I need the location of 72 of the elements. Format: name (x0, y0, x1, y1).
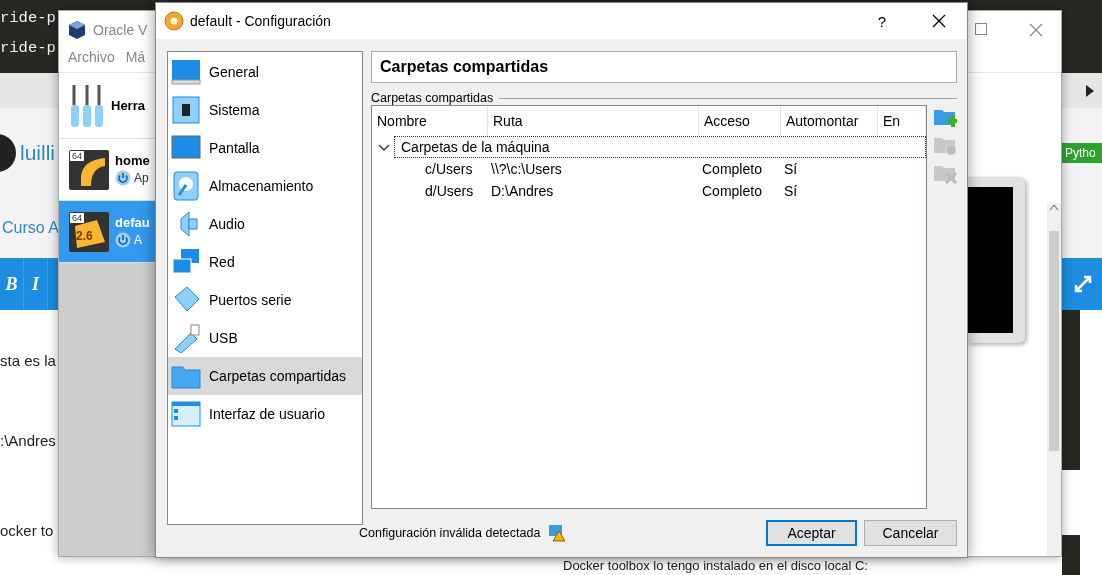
table-cell-text: Completo (701, 183, 763, 199)
table-cell-text: Sí (783, 183, 799, 199)
section-icon (171, 95, 201, 125)
menu-item[interactable]: Archivo (68, 49, 115, 72)
code-panel-edge (1062, 535, 1080, 575)
item-name: Herra (111, 98, 145, 113)
table-cell-text: D:\Andres (490, 183, 555, 199)
gear-icon (164, 11, 184, 31)
table-cell-text: \\?\c:\Users (490, 161, 563, 177)
scrollbar[interactable] (1047, 203, 1061, 556)
section-icon (171, 399, 201, 429)
table-cell-text: Completo (701, 161, 763, 177)
section-item[interactable]: Carpetas compartidas (168, 357, 362, 395)
section-item[interactable]: General (168, 53, 362, 91)
page-title: Carpetas compartidas (371, 51, 957, 83)
vm-item[interactable]: 64 2.6 defau A (59, 201, 156, 263)
maximize-icon[interactable] (975, 23, 987, 35)
tools-item[interactable]: Herra (59, 73, 156, 139)
tools-icon (69, 82, 105, 129)
format-button[interactable]: B (0, 258, 24, 310)
section-item[interactable]: Pantalla (168, 129, 362, 167)
post-text: Docker toolbox lo tengo instalado en el disco local C: (563, 558, 868, 573)
help-button[interactable]: ? (859, 3, 905, 39)
column-header[interactable]: Ruta (488, 106, 699, 136)
body-text: sta es la (0, 352, 56, 370)
menu-item[interactable]: Má (125, 49, 146, 72)
status-text: Configuración inválida detectada (359, 526, 541, 540)
group-row[interactable]: Carpetas de la máquina (394, 136, 926, 158)
code-line: ride-p (0, 38, 56, 58)
table-cell-text: d/Users (424, 183, 475, 199)
section-item[interactable]: Almacenamiento (168, 167, 362, 205)
section-icon (171, 57, 201, 87)
column-header[interactable]: En (878, 106, 926, 136)
section-item[interactable]: Sistema (168, 91, 362, 129)
window-title: Oracle V (93, 22, 148, 38)
column-header[interactable]: Nombre (372, 106, 488, 136)
power-icon (115, 170, 131, 186)
close-icon[interactable] (1029, 23, 1043, 37)
body-text: ocker to (0, 522, 55, 540)
table-cell-text: c/Users (424, 161, 474, 177)
state-text: Ap (134, 171, 149, 185)
code-line: ride-p (0, 8, 56, 28)
dialog-button[interactable]: Cancelar (864, 520, 957, 546)
window-title: default - Configuración (190, 13, 331, 29)
group-label: Carpetas compartidas (371, 91, 494, 105)
column-header[interactable]: Acceso (699, 106, 781, 136)
cube-logo-icon (67, 20, 87, 40)
section-item[interactable]: Interfaz de usuario (168, 395, 362, 433)
tag: Pytho (1062, 143, 1102, 163)
column-header[interactable]: Automontar (781, 106, 878, 136)
section-icon (171, 171, 201, 201)
state-text: A (134, 233, 142, 247)
caret-icon[interactable] (1086, 84, 1094, 97)
version-label: 2.6 (76, 228, 93, 243)
scroll-up-icon[interactable] (1049, 203, 1059, 211)
power-icon (115, 232, 131, 248)
item-name: home (115, 153, 150, 168)
dialog-button[interactable]: Aceptar (766, 520, 857, 546)
body-text: :\Andres (0, 432, 56, 450)
format-button[interactable]: I (24, 258, 48, 310)
section-item[interactable]: Audio (168, 205, 362, 243)
close-icon (932, 14, 946, 28)
table-cell-text: Sí (783, 161, 799, 177)
vm-item[interactable]: 64 home Ap (59, 139, 156, 201)
arch-badge: 64 (70, 150, 84, 161)
section-item[interactable]: Puertos serie (168, 281, 362, 319)
section-item[interactable]: USB (168, 319, 362, 357)
arch-badge: 64 (70, 212, 84, 223)
warning-icon[interactable] (548, 524, 567, 542)
expand-icon[interactable] (1074, 275, 1092, 293)
section-item[interactable]: Red (168, 243, 362, 281)
item-name: defau (115, 215, 150, 230)
